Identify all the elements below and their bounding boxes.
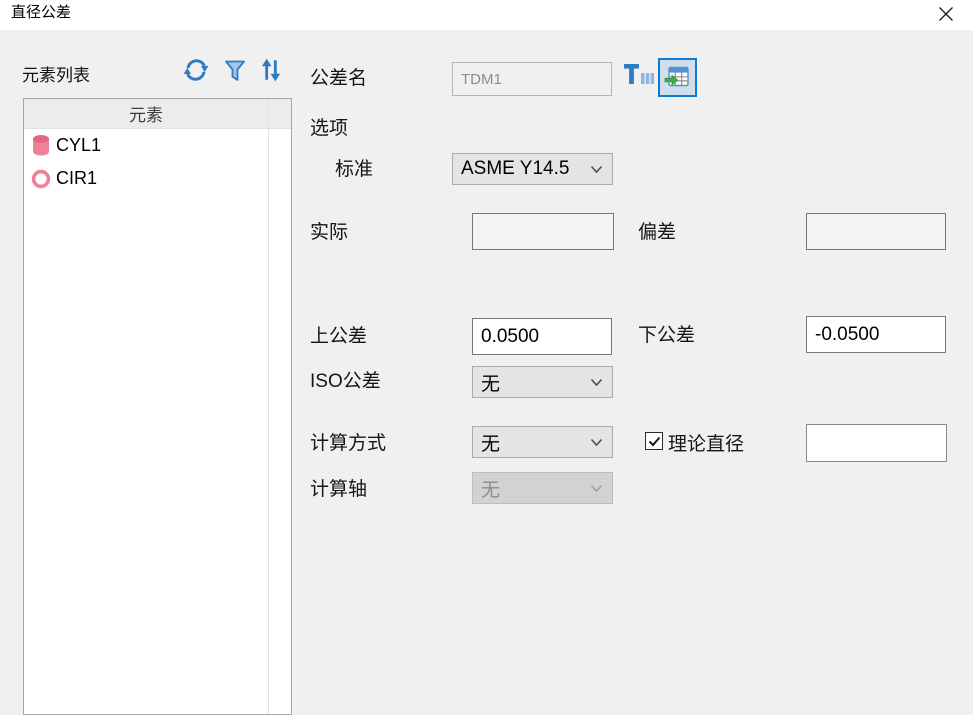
theoretical-diameter-input[interactable]	[806, 424, 947, 462]
deviation-input[interactable]	[806, 213, 946, 250]
element-list-header: 元素	[24, 99, 291, 129]
standard-value: ASME Y14.5	[461, 158, 569, 180]
element-list: 元素 CYL1	[23, 98, 292, 715]
options-label: 选项	[310, 117, 348, 141]
chevron-down-icon	[590, 165, 603, 174]
standard-select[interactable]: ASME Y14.5	[452, 153, 613, 185]
tolerance-naming-button[interactable]	[624, 62, 655, 88]
sort-button[interactable]	[258, 56, 284, 84]
theoretical-diameter-label: 理论直径	[668, 433, 744, 457]
refresh-button[interactable]	[183, 57, 209, 83]
iso-tolerance-label: ISO公差	[310, 370, 381, 394]
diameter-tolerance-dialog: 直径公差 元素列表 元素	[0, 0, 973, 715]
actual-label: 实际	[310, 221, 348, 245]
element-list-body: CYL1 CIR1	[24, 129, 266, 714]
calc-axis-select[interactable]: 无	[472, 472, 613, 504]
refresh-icon	[183, 57, 209, 83]
list-item-label: CIR1	[56, 168, 97, 189]
filter-button[interactable]	[224, 59, 246, 83]
output-to-report-button[interactable]	[658, 58, 697, 97]
check-mark-icon	[648, 436, 661, 447]
upper-tolerance-input[interactable]	[472, 318, 612, 355]
filter-icon	[224, 59, 246, 83]
sort-icon	[258, 56, 284, 84]
calc-axis-label: 计算轴	[310, 478, 367, 502]
chevron-down-icon	[590, 484, 603, 493]
chevron-down-icon	[590, 378, 603, 387]
actual-input[interactable]	[472, 213, 614, 250]
upper-tolerance-label: 上公差	[310, 325, 367, 349]
calc-method-value: 无	[481, 429, 500, 456]
list-item[interactable]: CIR1	[24, 162, 266, 195]
standard-label: 标准	[335, 158, 373, 182]
element-column-header[interactable]: 元素	[24, 99, 268, 128]
close-icon	[938, 6, 954, 22]
list-item[interactable]: CYL1	[24, 129, 266, 162]
circle-icon	[29, 166, 53, 192]
lower-tolerance-input[interactable]	[806, 316, 946, 353]
cylinder-icon	[29, 133, 53, 159]
close-button[interactable]	[927, 0, 965, 28]
report-table-icon	[664, 64, 691, 91]
calc-method-label: 计算方式	[310, 432, 386, 456]
lower-tolerance-label: 下公差	[638, 324, 695, 348]
iso-tolerance-select[interactable]: 无	[472, 366, 613, 398]
tolerance-name-label: 公差名	[310, 67, 367, 91]
iso-tolerance-value: 无	[481, 369, 500, 396]
dialog-title: 直径公差	[11, 3, 71, 23]
tolerance-name-input[interactable]	[452, 62, 612, 96]
tolerance-name-icon	[624, 62, 655, 88]
list-item-label: CYL1	[56, 135, 101, 156]
deviation-label: 偏差	[638, 221, 676, 245]
theoretical-diameter-checkbox[interactable]	[645, 432, 663, 450]
calc-method-select[interactable]: 无	[472, 426, 613, 458]
column-divider	[268, 99, 269, 714]
chevron-down-icon	[590, 438, 603, 447]
element-list-title: 元素列表	[22, 61, 90, 86]
titlebar: 直径公差	[0, 0, 973, 30]
calc-axis-value: 无	[481, 475, 500, 502]
